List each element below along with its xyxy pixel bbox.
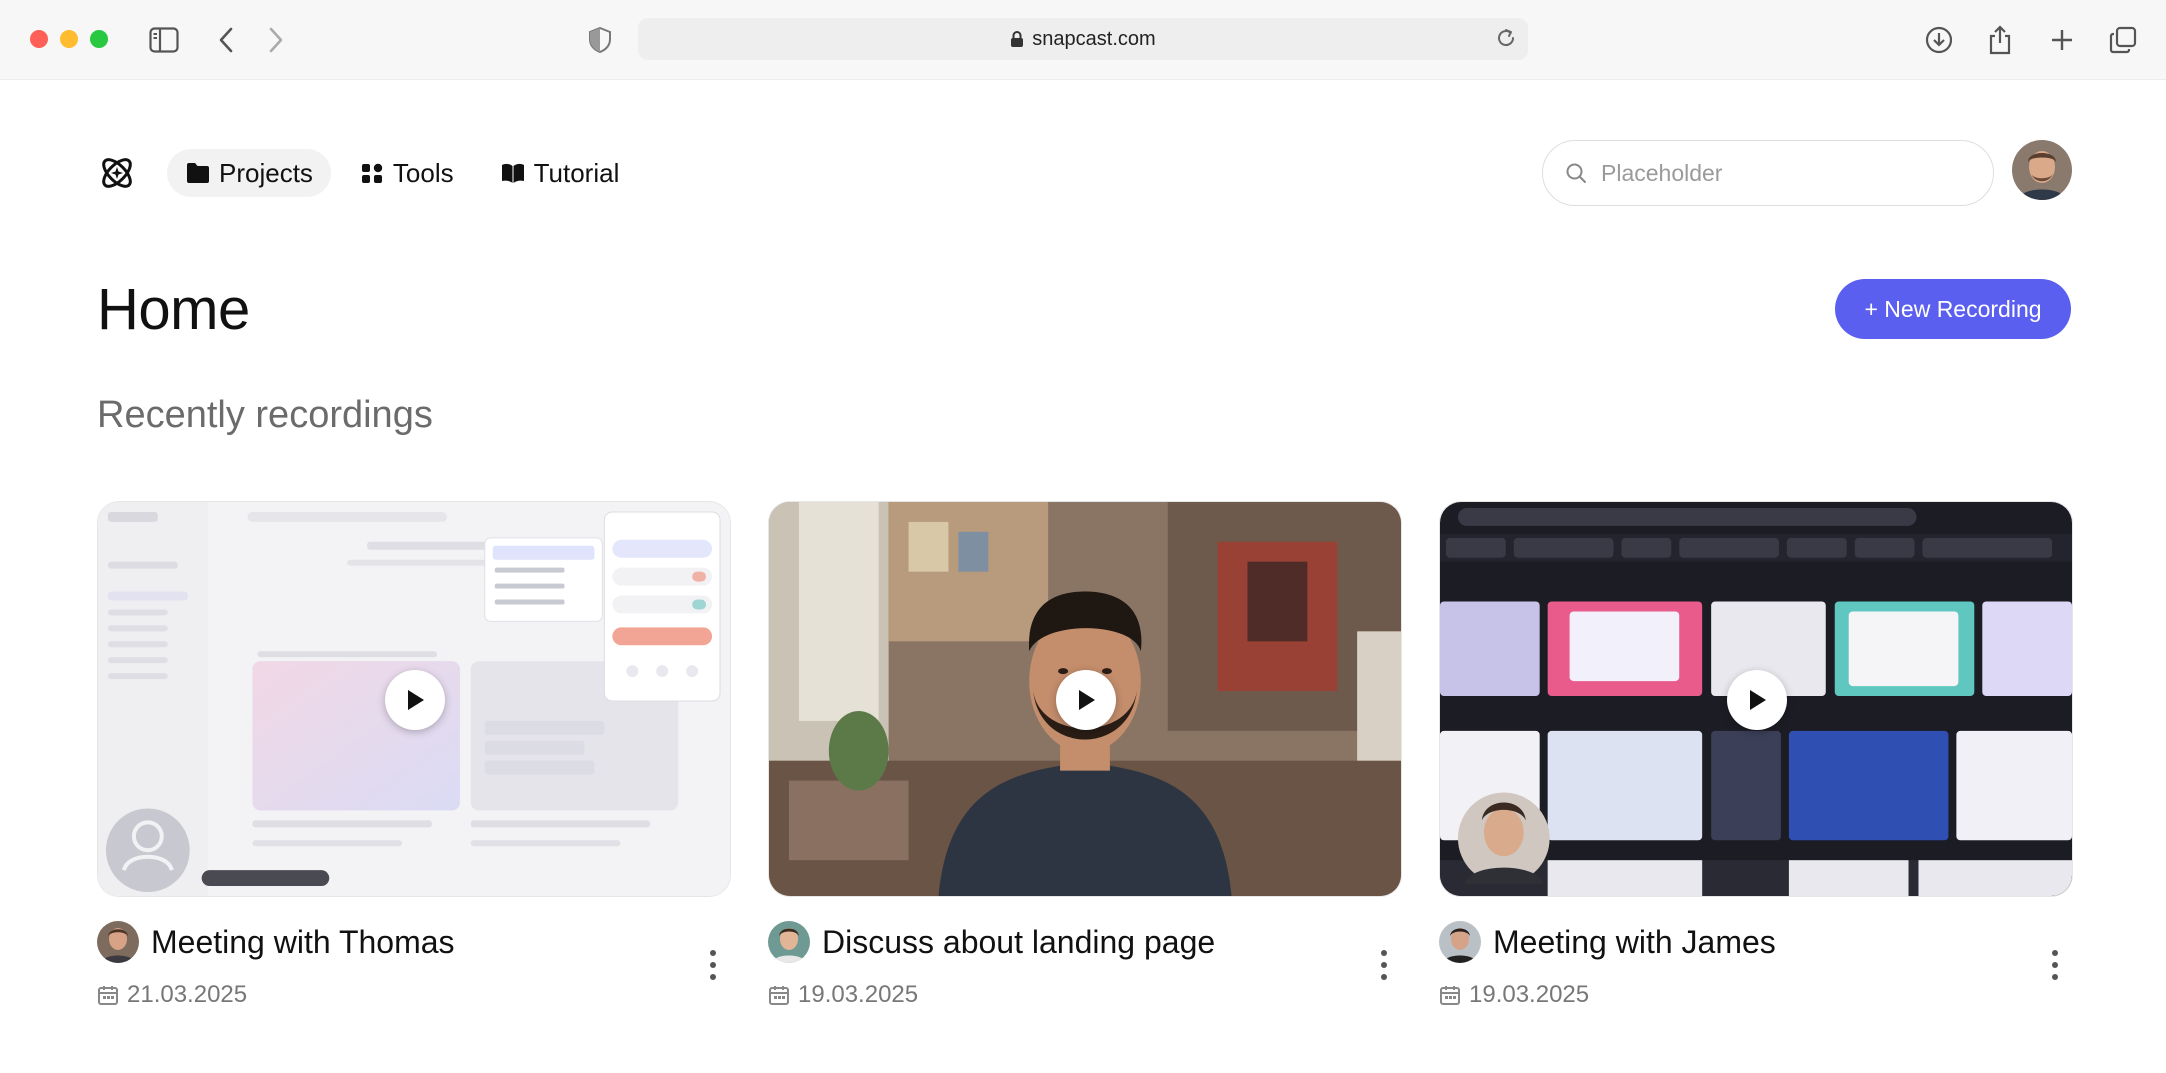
search-input[interactable] bbox=[1601, 159, 1961, 187]
share-icon[interactable] bbox=[1982, 22, 2018, 58]
play-icon bbox=[1750, 690, 1766, 710]
play-icon bbox=[408, 690, 424, 710]
nav-projects-label: Projects bbox=[219, 157, 313, 188]
download-icon[interactable] bbox=[1921, 22, 1957, 58]
play-button[interactable] bbox=[1727, 670, 1787, 730]
nav-tools-label: Tools bbox=[392, 157, 454, 188]
more-options-icon[interactable] bbox=[1372, 947, 1396, 983]
recording-title[interactable]: Discuss about landing page bbox=[822, 924, 1215, 961]
recording-card[interactable]: Discuss about landing page 19.03.2025 bbox=[768, 501, 1402, 1031]
recording-card[interactable]: Meeting with James 19.03.2025 bbox=[1439, 501, 2073, 1031]
back-icon[interactable] bbox=[208, 22, 244, 58]
recording-card[interactable]: Meeting with Thomas 21.03.2025 bbox=[97, 501, 731, 1031]
recordings-list: Meeting with Thomas 21.03.2025 Discuss a… bbox=[97, 501, 2073, 1031]
window-controls bbox=[30, 30, 108, 48]
owner-avatar bbox=[97, 921, 139, 963]
section-title: Recently recordings bbox=[97, 394, 433, 436]
calendar-icon bbox=[1440, 986, 1460, 1005]
address-bar[interactable]: snapcast.com bbox=[638, 18, 1528, 60]
recording-title[interactable]: Meeting with James bbox=[1493, 924, 1776, 961]
calendar-icon bbox=[98, 986, 118, 1005]
book-icon bbox=[501, 163, 524, 183]
recording-thumbnail[interactable] bbox=[97, 501, 731, 897]
recording-thumbnail[interactable] bbox=[768, 501, 1402, 897]
close-window-button[interactable] bbox=[30, 30, 48, 48]
more-options-icon[interactable] bbox=[2043, 947, 2067, 983]
minimize-window-button[interactable] bbox=[60, 30, 78, 48]
maximize-window-button[interactable] bbox=[90, 30, 108, 48]
new-recording-button[interactable]: + New Recording bbox=[1835, 279, 2071, 339]
recording-meta: Discuss about landing page 19.03.2025 bbox=[768, 921, 1402, 1031]
calendar-icon bbox=[769, 986, 789, 1005]
snapcast-logo-icon[interactable] bbox=[97, 153, 137, 193]
nav-tutorial-label: Tutorial bbox=[533, 157, 620, 188]
play-button[interactable] bbox=[1056, 670, 1116, 730]
recording-date: 21.03.2025 bbox=[127, 981, 248, 1008]
grid-icon bbox=[361, 163, 383, 183]
recording-date: 19.03.2025 bbox=[1469, 981, 1590, 1008]
user-avatar[interactable] bbox=[2012, 140, 2072, 200]
recording-meta: Meeting with Thomas 21.03.2025 bbox=[97, 921, 731, 1031]
tab-overview-icon[interactable] bbox=[2105, 22, 2141, 58]
nav-tools[interactable]: Tools bbox=[341, 149, 472, 197]
nav-tutorial[interactable]: Tutorial bbox=[482, 149, 638, 197]
sidebar-toggle-icon[interactable] bbox=[146, 22, 182, 58]
play-icon bbox=[1079, 690, 1095, 710]
search-icon bbox=[1566, 163, 1586, 183]
page: Projects Tools Tutorial Home + New Recor… bbox=[0, 80, 2166, 1073]
new-tab-icon[interactable] bbox=[2044, 22, 2080, 58]
nav-projects[interactable]: Projects bbox=[167, 149, 331, 197]
lock-icon bbox=[1011, 31, 1024, 47]
play-button[interactable] bbox=[385, 670, 445, 730]
browser-chrome: snapcast.com bbox=[0, 0, 2166, 80]
url-text: snapcast.com bbox=[1032, 27, 1156, 50]
recording-title[interactable]: Meeting with Thomas bbox=[151, 924, 455, 961]
forward-icon[interactable] bbox=[258, 22, 294, 58]
owner-avatar bbox=[768, 921, 810, 963]
search-box[interactable] bbox=[1542, 140, 1994, 206]
main-nav: Projects Tools Tutorial bbox=[97, 148, 647, 198]
folder-icon bbox=[187, 163, 209, 183]
reload-icon[interactable] bbox=[1494, 26, 1518, 55]
recording-thumbnail[interactable] bbox=[1439, 501, 2073, 897]
recording-meta: Meeting with James 19.03.2025 bbox=[1439, 921, 2073, 1031]
owner-avatar bbox=[1439, 921, 1481, 963]
privacy-shield-icon[interactable] bbox=[582, 22, 618, 58]
page-title: Home bbox=[97, 277, 250, 342]
more-options-icon[interactable] bbox=[701, 947, 725, 983]
recording-date: 19.03.2025 bbox=[798, 981, 919, 1008]
